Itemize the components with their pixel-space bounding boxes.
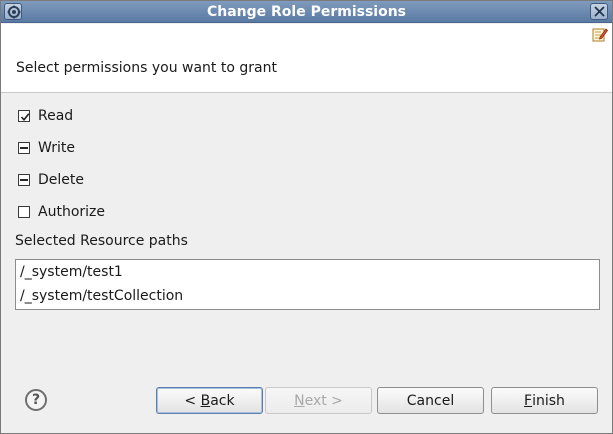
delete-label: Delete xyxy=(38,172,84,188)
next-rest: ext > xyxy=(304,392,343,409)
back-mnemonic: B xyxy=(200,392,211,409)
indeterminate-icon xyxy=(20,179,28,181)
permission-write[interactable]: Write xyxy=(18,138,75,158)
list-item[interactable]: /_system/testCollection xyxy=(20,288,183,304)
finish-rest: inish xyxy=(532,392,565,409)
wizard-banner: Select permissions you want to grant xyxy=(1,24,612,93)
finish-button[interactable]: Finish xyxy=(491,387,598,414)
resource-paths-list[interactable]: /_system/test1 /_system/testCollection xyxy=(15,259,600,310)
authorize-checkbox[interactable] xyxy=(18,206,30,218)
title-bar[interactable]: Change Role Permissions xyxy=(1,1,612,23)
back-rest: ack xyxy=(210,392,235,409)
back-button[interactable]: < Back xyxy=(156,387,263,414)
edit-permissions-icon xyxy=(592,28,608,42)
close-button[interactable] xyxy=(590,3,608,20)
read-checkbox[interactable] xyxy=(18,110,30,122)
permission-read[interactable]: Read xyxy=(18,106,73,126)
checkmark-icon xyxy=(20,113,30,122)
close-icon xyxy=(594,6,605,17)
back-prefix: < xyxy=(184,392,201,409)
next-mnemonic: N xyxy=(294,392,305,409)
delete-checkbox[interactable] xyxy=(18,174,30,186)
indeterminate-icon xyxy=(20,147,28,149)
dialog-title: Change Role Permissions xyxy=(206,4,407,20)
write-label: Write xyxy=(38,140,75,156)
resource-paths-label: Selected Resource paths xyxy=(15,233,188,249)
banner-message: Select permissions you want to grant xyxy=(16,60,277,76)
dialog-window: Change Role Permissions Select permissio… xyxy=(0,0,613,434)
permission-delete[interactable]: Delete xyxy=(18,170,84,190)
write-checkbox[interactable] xyxy=(18,142,30,154)
finish-mnemonic: F xyxy=(524,392,533,409)
cancel-button[interactable]: Cancel xyxy=(377,387,484,414)
authorize-label: Authorize xyxy=(38,204,105,220)
permission-authorize[interactable]: Authorize xyxy=(18,202,105,222)
help-button[interactable]: ? xyxy=(25,389,47,411)
next-button[interactable]: Next > xyxy=(265,387,372,414)
read-label: Read xyxy=(38,108,74,124)
list-item[interactable]: /_system/test1 xyxy=(20,264,123,280)
